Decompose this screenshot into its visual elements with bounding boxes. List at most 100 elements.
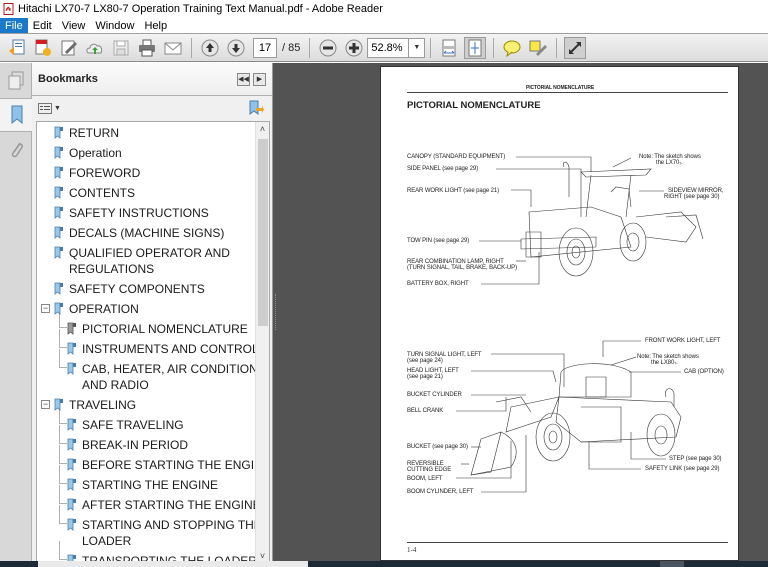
create-pdf-button[interactable] <box>6 37 28 59</box>
bookmark-item[interactable]: QUALIFIED OPERATOR AND REGULATIONS <box>37 245 255 281</box>
bookmark-icon <box>54 206 63 219</box>
sign-button[interactable] <box>58 37 80 59</box>
expand-current-bookmark-button[interactable] <box>248 100 264 121</box>
bookmark-label-continued: LOADER <box>82 534 132 548</box>
taskbar <box>0 561 768 567</box>
bookmark-icon <box>67 478 76 491</box>
panel-header: Bookmarks ◀◀ ▶ <box>32 63 272 96</box>
upload-button[interactable] <box>84 37 106 59</box>
print-icon <box>139 39 155 56</box>
zoom-level-input[interactable]: 52.8% <box>367 37 410 58</box>
bookmark-icon <box>54 126 63 139</box>
bookmark-item[interactable]: SAFETY INSTRUCTIONS <box>37 205 255 225</box>
toolbar-separator <box>430 37 432 58</box>
save-icon <box>113 40 129 55</box>
wheel-loader-front-illustration <box>456 340 682 493</box>
bookmark-item[interactable]: BEFORE STARTING THE ENGINE <box>37 445 269 477</box>
next-page-button[interactable] <box>225 37 247 59</box>
bookmark-item[interactable]: AFTER STARTING THE ENGINE <box>37 485 261 517</box>
toolbar-separator <box>309 37 311 58</box>
bookmark-item[interactable]: INSTRUMENTS AND CONTROLS <box>37 329 267 361</box>
page-number-input[interactable]: 17 <box>253 37 277 58</box>
export-pdf-button[interactable] <box>32 37 54 59</box>
bookmark-label: BREAK-IN PERIOD <box>82 438 189 452</box>
bookmark-item[interactable]: PICTORIAL NOMENCLATURE <box>37 309 255 341</box>
pdf-page: PICTORIAL NOMENCLATURE PICTORIAL NOMENCL… <box>380 66 739 561</box>
page-total: / 85 <box>282 41 301 54</box>
bookmark-item[interactable]: FOREWORD <box>37 165 255 185</box>
splitter-grip[interactable] <box>275 294 277 330</box>
save-button[interactable] <box>110 37 132 59</box>
bookmark-label: PICTORIAL NOMENCLATURE <box>82 322 248 336</box>
bookmark-label: AFTER STARTING THE ENGINE <box>82 498 261 512</box>
taskbar-window[interactable] <box>38 561 308 567</box>
bookmark-label: SAFETY INSTRUCTIONS <box>69 206 209 220</box>
bookmark-item[interactable]: CAB, HEATER, AIR CONDITIONER, AND RADIO <box>37 349 269 397</box>
bookmark-item[interactable]: STARTING THE ENGINE <box>37 465 255 497</box>
page-number: 1-4 <box>407 546 417 554</box>
bookmark-item[interactable]: SAFE TRAVELING <box>37 405 255 437</box>
bookmark-item[interactable]: Operation <box>37 145 255 165</box>
chevron-down-icon: ˅ <box>259 551 266 561</box>
bookmark-icon <box>67 438 76 451</box>
email-button[interactable] <box>162 37 184 59</box>
bookmark-scrollbar[interactable]: ˄ ˅ <box>255 122 269 563</box>
bookmark-icon <box>67 498 76 511</box>
create-pdf-icon <box>9 39 25 55</box>
footer-rule <box>407 542 728 543</box>
options-menu-button[interactable]: ▼ <box>38 102 61 114</box>
bookmark-icon <box>67 322 76 335</box>
collapse-toggle-icon[interactable]: − <box>41 400 50 409</box>
bookmark-label: CAB, HEATER, AIR CONDITIONER, <box>82 362 270 376</box>
page-thumbnails-tab[interactable] <box>0 67 32 95</box>
expand-button[interactable] <box>564 36 587 59</box>
bookmark-item[interactable]: − OPERATION <box>37 301 255 321</box>
bookmark-item[interactable]: CONTENTS <box>37 185 255 205</box>
comment-button[interactable] <box>501 37 523 59</box>
bookmark-label: FOREWORD <box>69 166 141 180</box>
bookmark-icon <box>54 226 63 239</box>
highlight-button[interactable] <box>527 37 549 59</box>
zoom-out-button[interactable] <box>317 37 339 59</box>
collapse-toggle-icon[interactable]: − <box>41 304 50 313</box>
bookmark-label-continued: REGULATIONS <box>69 262 155 276</box>
attachments-tab[interactable] <box>0 135 32 163</box>
bookmark-label: DECALS (MACHINE SIGNS) <box>69 226 225 240</box>
bookmark-icon <box>54 398 63 411</box>
fit-page-icon <box>468 39 482 56</box>
chevron-down-icon: ▼ <box>413 44 421 51</box>
previous-page-button[interactable] <box>199 37 221 59</box>
adobe-reader-icon <box>3 3 15 15</box>
bookmark-icon <box>67 362 76 375</box>
bookmark-item[interactable]: STARTING AND STOPPING THE LOADER <box>37 505 262 553</box>
expand-icon <box>569 41 582 54</box>
bookmark-item[interactable]: RETURN <box>37 125 255 145</box>
bookmark-label: CONTENTS <box>69 186 135 200</box>
bookmarks-tab[interactable] <box>0 98 33 132</box>
zoom-dropdown-button[interactable]: ▼ <box>409 37 426 58</box>
scrollbar-thumb[interactable] <box>258 139 268 326</box>
window-title: Hitachi LX70-7 LX80-7 Operation Training… <box>18 3 383 15</box>
bookmark-item[interactable]: BREAK-IN PERIOD <box>37 425 255 457</box>
arrow-down-icon <box>227 39 245 56</box>
bookmark-icon <box>67 458 76 471</box>
bookmark-label: RETURN <box>69 126 119 140</box>
bookmark-item[interactable]: SAFETY COMPONENTS <box>37 281 255 301</box>
toolbar-separator <box>191 37 192 58</box>
collapse-panel-button[interactable]: ◀◀ <box>237 72 250 86</box>
zoom-in-button[interactable] <box>343 37 365 59</box>
title-bar: Hitachi LX70-7 LX80-7 Operation Training… <box>0 0 768 18</box>
page-thumbnails-icon <box>8 71 24 90</box>
bookmark-label: BEFORE STARTING THE ENGINE <box>82 458 270 472</box>
taskbar-button[interactable] <box>660 561 684 567</box>
comment-icon <box>503 40 521 57</box>
print-button[interactable] <box>136 37 158 59</box>
navigation-rail <box>0 63 33 567</box>
panel-options-arrow-button[interactable]: ▶ <box>253 72 266 86</box>
fit-page-button[interactable] <box>464 36 487 59</box>
panel-options-bar: ▼ <box>32 96 272 120</box>
bookmark-item[interactable]: − TRAVELING <box>37 397 255 417</box>
fit-width-button[interactable] <box>438 37 460 59</box>
bookmark-item[interactable]: DECALS (MACHINE SIGNS) <box>37 225 255 245</box>
scroll-up-button[interactable]: ˄ <box>256 122 269 136</box>
